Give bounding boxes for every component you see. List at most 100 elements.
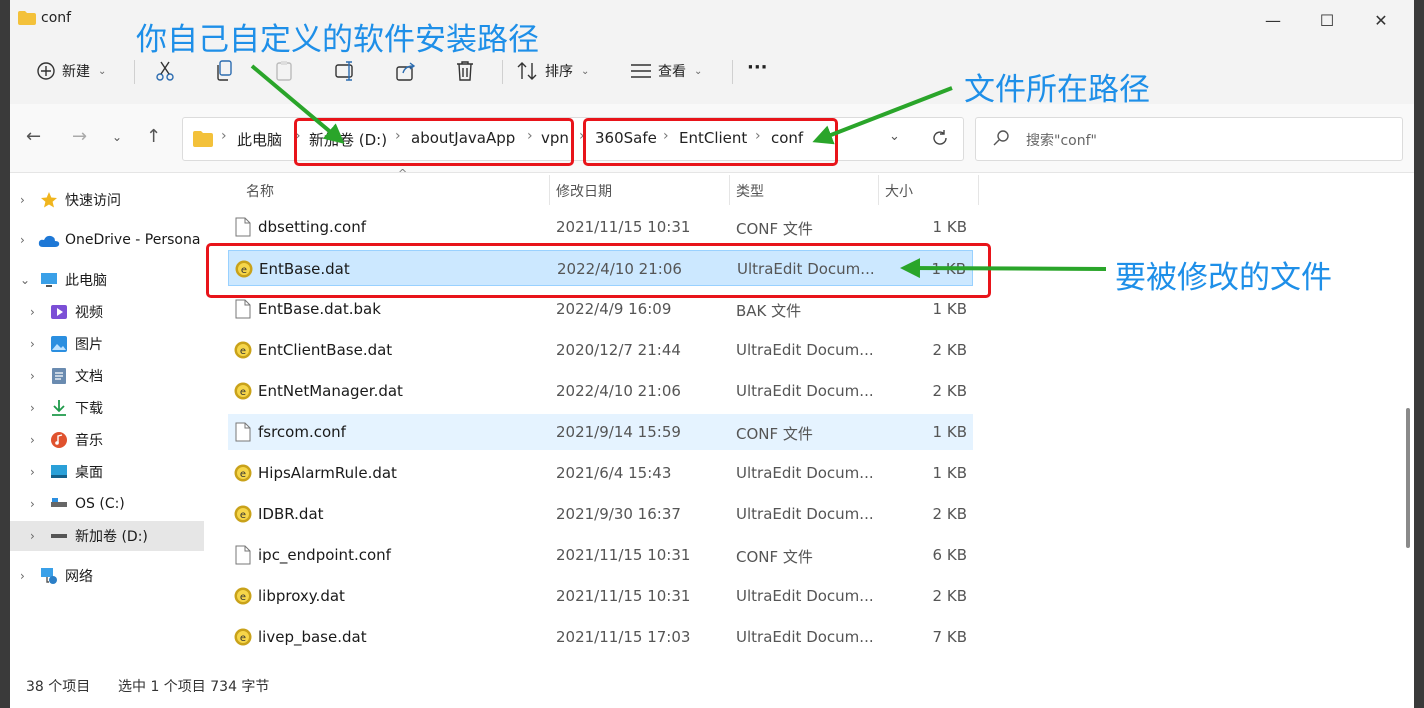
file-row[interactable]: e IDBR.dat 2021/9/30 16:37 UltraEdit Docum.… xyxy=(228,496,973,532)
close-button[interactable]: ✕ xyxy=(1358,6,1404,34)
chevron-right-icon: › xyxy=(30,433,35,447)
share-icon xyxy=(396,62,416,81)
column-divider[interactable] xyxy=(978,175,979,205)
copy-button[interactable] xyxy=(215,54,235,88)
sort-button[interactable]: 排序 ⌄ xyxy=(517,54,589,88)
copy-icon xyxy=(217,60,232,81)
file-row[interactable]: e libproxy.dat 2021/11/15 10:31 UltraEdit D… xyxy=(228,578,973,614)
svg-text:e: e xyxy=(241,265,247,276)
file-size: 1 KB xyxy=(931,260,966,278)
sidebar-item-drive-d[interactable]: › 新加卷 (D:) xyxy=(10,521,204,551)
sort-label: 排序 xyxy=(545,64,573,80)
chevron-right-icon: › xyxy=(30,369,35,383)
column-header-date[interactable]: 修改日期 xyxy=(556,181,612,201)
file-row[interactable]: dbsetting.conf 2021/11/15 10:31 CONF 文件 1 K… xyxy=(228,209,973,245)
breadcrumb-vpn[interactable]: vpn xyxy=(541,129,569,147)
file-date: 2021/11/15 10:31 xyxy=(556,587,691,605)
video-icon xyxy=(51,305,67,319)
ultraedit-file-icon: e xyxy=(234,628,252,646)
sidebar-item-drive-c[interactable]: › OS (C:) xyxy=(10,489,204,519)
sidebar-item-onedrive[interactable]: › OneDrive - Persona xyxy=(10,225,204,255)
file-row[interactable]: ipc_endpoint.conf 2021/11/15 10:31 CONF 文件… xyxy=(228,537,973,573)
breadcrumb-aboutjavaapp[interactable]: aboutJavaApp xyxy=(411,129,515,147)
sidebar-item-pictures[interactable]: › 图片 xyxy=(10,329,204,359)
sidebar-item-music[interactable]: › 音乐 xyxy=(10,425,204,455)
sidebar-item-documents[interactable]: › 文档 xyxy=(10,361,204,391)
network-icon xyxy=(41,568,57,584)
ultraedit-file-icon: e xyxy=(235,260,253,278)
chevron-right-icon: › xyxy=(20,193,25,207)
breadcrumb-360safe[interactable]: 360Safe xyxy=(595,129,657,147)
file-type: UltraEdit Docum... xyxy=(736,341,874,359)
file-row[interactable]: EntBase.dat.bak 2022/4/9 16:09 BAK 文件 1 KB xyxy=(228,291,973,327)
file-row[interactable]: fsrcom.conf 2021/9/14 15:59 CONF 文件 1 KB xyxy=(228,414,973,450)
refresh-icon[interactable] xyxy=(931,129,949,147)
vertical-scrollbar[interactable] xyxy=(1402,173,1414,668)
view-button[interactable]: 查看 ⌄ xyxy=(630,54,702,88)
sidebar-item-videos[interactable]: › 视频 xyxy=(10,297,204,327)
column-divider[interactable] xyxy=(549,175,550,205)
history-dropdown-icon[interactable]: ⌄ xyxy=(889,129,900,144)
up-button[interactable]: ↑ xyxy=(146,126,161,147)
sidebar-item-desktop[interactable]: › 桌面 xyxy=(10,457,204,487)
breadcrumb-conf[interactable]: conf xyxy=(771,129,803,147)
view-label: 查看 xyxy=(658,64,686,80)
ultraedit-file-icon: e xyxy=(234,505,252,523)
maximize-button[interactable]: ☐ xyxy=(1304,6,1350,34)
file-date: 2021/6/4 15:43 xyxy=(556,464,672,482)
chevron-right-icon: › xyxy=(20,233,25,247)
file-row[interactable]: e EntNetManager.dat 2022/4/10 21:06 UltraEd… xyxy=(228,373,973,409)
chevron-right-icon: › xyxy=(30,529,35,543)
list-view-icon xyxy=(631,64,651,78)
sidebar-item-quick-access[interactable]: › 快速访问 xyxy=(10,185,204,215)
delete-button[interactable] xyxy=(455,54,475,88)
recent-locations-button[interactable]: ⌄ xyxy=(112,130,122,144)
divider xyxy=(134,60,135,84)
file-row[interactable]: e HipsAlarmRule.dat 2021/6/4 15:43 UltraEdi… xyxy=(228,455,973,491)
trash-icon xyxy=(457,61,473,81)
navigation-bar: ← → ⌄ ↑ › 此电脑 › 新加卷 (D:) › aboutJavaApp … xyxy=(10,104,1414,173)
column-divider[interactable] xyxy=(878,175,879,205)
sidebar-item-label: 桌面 xyxy=(75,465,103,481)
window-title: conf xyxy=(41,10,72,26)
column-header-type[interactable]: 类型 xyxy=(736,181,764,201)
file-name: ipc_endpoint.conf xyxy=(258,546,391,564)
share-button[interactable] xyxy=(395,54,417,88)
column-header-size[interactable]: 大小 xyxy=(885,181,913,201)
picture-icon xyxy=(51,336,67,352)
column-header-name[interactable]: 名称 xyxy=(246,181,274,201)
sidebar-item-this-pc[interactable]: ⌄ 此电脑 xyxy=(10,265,204,295)
file-date: 2021/11/15 17:03 xyxy=(556,628,691,646)
more-options-button[interactable]: ··· xyxy=(747,50,768,84)
new-button[interactable]: 新建 ⌄ xyxy=(36,54,106,88)
svg-text:e: e xyxy=(240,346,246,357)
column-divider[interactable] xyxy=(729,175,730,205)
file-icon xyxy=(235,422,251,442)
file-date: 2022/4/10 21:06 xyxy=(557,260,682,278)
back-button[interactable]: ← xyxy=(26,126,41,147)
address-bar[interactable]: › 此电脑 › 新加卷 (D:) › aboutJavaApp › vpn › … xyxy=(182,117,964,161)
file-type: CONF 文件 xyxy=(736,220,813,238)
file-name: EntBase.dat.bak xyxy=(258,300,381,318)
file-icon xyxy=(235,217,251,237)
rename-button[interactable] xyxy=(335,54,357,88)
file-name: EntNetManager.dat xyxy=(258,382,403,400)
sidebar-item-downloads[interactable]: › 下载 xyxy=(10,393,204,423)
folder-icon xyxy=(18,11,36,25)
search-box[interactable]: 搜索"conf" xyxy=(975,117,1403,161)
scrollbar-thumb[interactable] xyxy=(1406,408,1410,548)
file-row[interactable]: e livep_base.dat 2021/11/15 17:03 UltraEdit… xyxy=(228,619,973,655)
sidebar-item-network[interactable]: › 网络 xyxy=(10,561,204,591)
breadcrumb-entclient[interactable]: EntClient xyxy=(679,129,747,147)
file-size: 1 KB xyxy=(932,218,967,236)
file-row[interactable]: e EntClientBase.dat 2020/12/7 21:44 UltraEd… xyxy=(228,332,973,368)
breadcrumb-this-pc[interactable]: 此电脑 xyxy=(237,129,282,150)
breadcrumb-drive-d[interactable]: 新加卷 (D:) xyxy=(309,129,387,150)
paste-button[interactable] xyxy=(275,54,295,88)
cut-button[interactable] xyxy=(155,54,175,88)
forward-button[interactable]: → xyxy=(72,126,87,147)
sort-ascending-icon: ^ xyxy=(398,167,408,180)
minimize-button[interactable]: — xyxy=(1250,6,1296,34)
file-date: 2022/4/9 16:09 xyxy=(556,300,672,318)
file-row[interactable]: e EntBase.dat 2022/4/10 21:06 UltraEdit Doc… xyxy=(228,250,973,286)
